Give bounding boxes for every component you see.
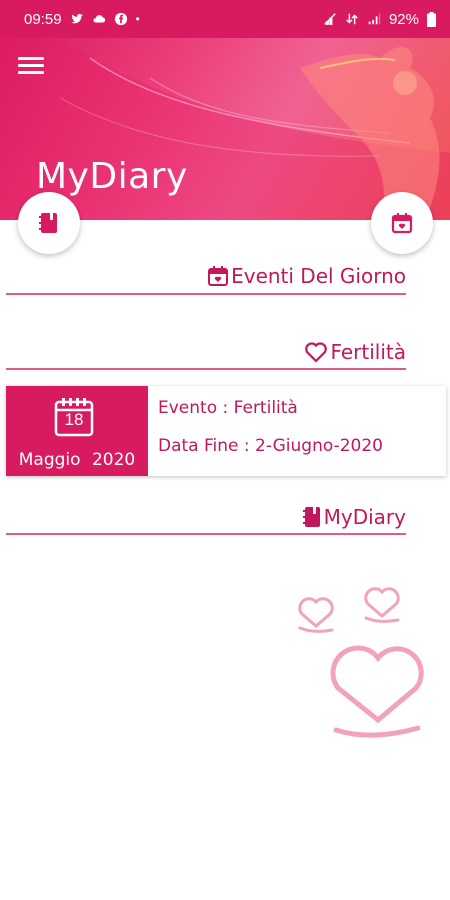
event-day: 18 bbox=[64, 410, 84, 429]
data-transfer-icon bbox=[346, 13, 358, 25]
event-date-box: 18 Maggio 2020 bbox=[6, 386, 148, 476]
section-fertility: Fertilità bbox=[304, 340, 406, 364]
divider bbox=[6, 293, 406, 295]
section-mydiary-title: MyDiary bbox=[323, 505, 406, 529]
hearts-decoration bbox=[298, 587, 424, 738]
event-month: Maggio bbox=[18, 450, 81, 470]
event-end-date: Data Fine : 2-Giugno-2020 bbox=[158, 436, 383, 456]
heart-outline-icon bbox=[305, 342, 328, 363]
status-dot: • bbox=[135, 12, 140, 26]
heart-large-icon bbox=[330, 645, 424, 738]
menu-bar-2 bbox=[18, 64, 44, 67]
status-time: 09:59 bbox=[24, 10, 62, 28]
event-type: Evento : Fertilità bbox=[158, 398, 298, 418]
status-left: 09:59 • bbox=[24, 11, 140, 28]
event-card[interactable]: 18 Maggio 2020 Evento : Fertilità Data F… bbox=[6, 386, 446, 476]
event-month-year: Maggio 2020 bbox=[6, 450, 148, 470]
cell-signal-icon bbox=[368, 13, 381, 25]
divider bbox=[6, 533, 406, 535]
notebook-icon bbox=[39, 213, 57, 233]
diary-fab-button[interactable] bbox=[18, 192, 80, 254]
section-events-today-title: Eventi Del Giorno bbox=[231, 264, 406, 288]
diary-book-icon bbox=[302, 507, 320, 527]
twitter-icon bbox=[70, 13, 83, 24]
section-events-today: Eventi Del Giorno bbox=[207, 264, 406, 288]
event-year: 2020 bbox=[91, 450, 136, 470]
signal-slash-icon bbox=[324, 13, 336, 25]
section-mydiary: MyDiary bbox=[302, 505, 406, 529]
status-right: 92% bbox=[323, 11, 436, 28]
status-bar: 09:59 • 92% bbox=[0, 0, 450, 38]
calendar-heart-icon bbox=[391, 213, 413, 234]
calendar-fab-button[interactable] bbox=[371, 192, 433, 254]
app-title: MyDiary bbox=[36, 156, 188, 197]
header-banner: MyDiary bbox=[0, 38, 450, 220]
menu-button[interactable] bbox=[18, 54, 44, 76]
cloud-icon bbox=[93, 15, 105, 23]
heart-small-icon bbox=[298, 597, 334, 633]
calendar-heart-icon bbox=[208, 266, 229, 286]
facebook-icon bbox=[114, 12, 127, 26]
heart-small-icon bbox=[364, 587, 400, 623]
menu-bar-1 bbox=[18, 57, 44, 60]
battery-level: 92% bbox=[388, 10, 419, 28]
section-fertility-title: Fertilità bbox=[330, 340, 406, 364]
battery-icon bbox=[427, 11, 436, 27]
divider bbox=[6, 368, 406, 370]
menu-bar-3 bbox=[18, 71, 44, 74]
